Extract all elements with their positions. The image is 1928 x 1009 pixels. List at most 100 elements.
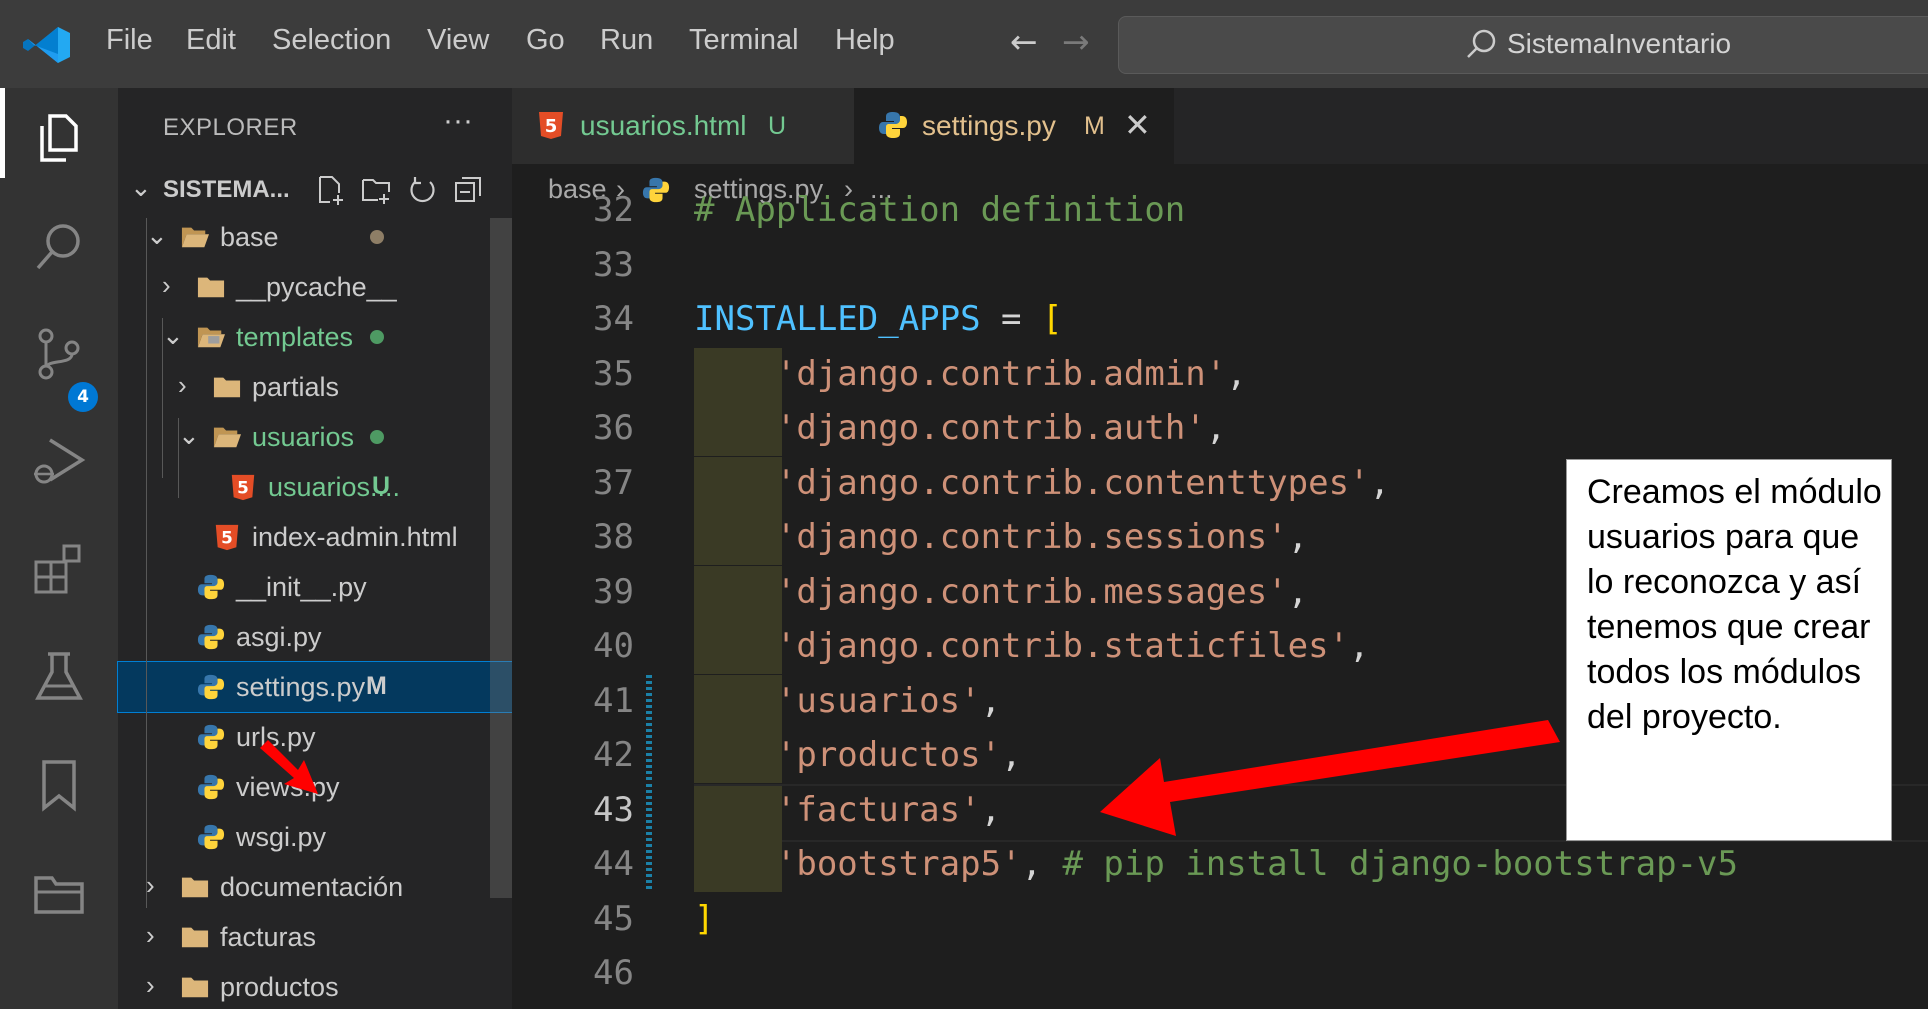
tree-item-settings-py[interactable]: settings.py M	[117, 661, 513, 713]
menu-selection[interactable]: Selection	[272, 24, 391, 57]
line-number: 46	[593, 953, 634, 993]
annotation-text: Creamos el módulo usuarios para que lo r…	[1587, 473, 1882, 736]
folder-icon	[181, 927, 209, 948]
chevron-down-icon: ⌄	[178, 420, 200, 450]
new-folder-icon[interactable]	[360, 174, 392, 206]
chevron-right-icon: ›	[146, 870, 155, 900]
tab-settings-py[interactable]: settings.py M ✕	[854, 88, 1174, 164]
tab-usuarios-html[interactable]: 5 usuarios.html U	[512, 88, 854, 164]
code-line: 35 'django.contrib.admin',	[512, 347, 1928, 402]
code-token-op	[694, 844, 776, 884]
tree-item-asgi-py[interactable]: asgi.py	[118, 612, 512, 662]
line-number: 45	[593, 898, 634, 939]
code-line: 32 # Application definition	[512, 184, 1928, 238]
close-icon[interactable]: ✕	[1124, 106, 1151, 144]
menu-go[interactable]: Go	[526, 24, 565, 57]
code-token-str: 'bootstrap5'	[775, 844, 1022, 884]
search-label: SistemaInventario	[1507, 28, 1732, 59]
extensions-icon[interactable]	[30, 540, 88, 598]
tree-item-partials[interactable]: › partials	[118, 362, 512, 412]
tree-item-label: settings.py	[236, 672, 366, 702]
refresh-icon[interactable]	[406, 174, 438, 206]
workspace-name: SISTEMA...	[163, 176, 290, 203]
code-token-punc: ,	[1369, 462, 1390, 503]
line-number: 35	[593, 353, 634, 394]
tab-status-modified: M	[1084, 112, 1105, 140]
tree-item-facturas[interactable]: › facturas	[118, 912, 512, 962]
testing-icon[interactable]	[30, 648, 88, 706]
tree-item-productos[interactable]: › productos	[118, 962, 512, 1009]
source-control-icon[interactable]	[30, 326, 88, 384]
source-control-badge: 4	[68, 382, 98, 412]
code-line: 46	[512, 947, 1928, 1001]
code-line: 45]	[512, 893, 1928, 947]
code-token-brk: ]	[694, 898, 715, 939]
run-debug-icon[interactable]	[30, 432, 88, 490]
menu-run[interactable]: Run	[600, 24, 653, 57]
sidebar-scrollbar[interactable]	[490, 218, 512, 898]
untracked-status: U	[372, 472, 391, 500]
tree-item-init-py[interactable]: __init__.py	[118, 562, 512, 612]
line-number: 37	[593, 462, 634, 503]
back-arrow-icon[interactable]: ←	[1010, 22, 1038, 61]
tree-item-label: index-admin.html	[252, 522, 458, 552]
tree-item-label: base	[220, 222, 279, 252]
tree-item-wsgi-py[interactable]: wsgi.py	[118, 812, 512, 862]
line-number: 44	[593, 844, 634, 884]
active-indicator	[0, 88, 5, 178]
collapse-all-icon[interactable]	[452, 174, 484, 206]
tree-item-documentaci-n[interactable]: › documentación	[118, 862, 512, 912]
tree-item-label: __init__.py	[236, 572, 367, 602]
code-token-op	[694, 790, 776, 830]
search-icon[interactable]	[30, 218, 88, 276]
line-content: 'django.contrib.contenttypes',	[694, 463, 1390, 503]
code-line: 33	[512, 239, 1928, 293]
tab-bar: 5 usuarios.html U settings.py M ✕	[512, 88, 1928, 164]
code-token-punc: ,	[980, 680, 1002, 721]
project-manager-icon[interactable]	[30, 864, 88, 922]
svg-text:5: 5	[237, 478, 249, 498]
vscode-logo-icon	[23, 27, 70, 63]
line-content: 'django.contrib.admin',	[694, 354, 1247, 394]
gutter-change-marker	[646, 674, 652, 729]
menu-terminal[interactable]: Terminal	[689, 24, 799, 57]
line-content: 'django.contrib.auth',	[694, 408, 1226, 448]
bookmarks-icon[interactable]	[30, 756, 88, 814]
workspace-header[interactable]: ⌄ SISTEMA...	[118, 168, 512, 212]
tree-item-base[interactable]: ⌄ base	[118, 212, 512, 262]
svg-text:5: 5	[221, 528, 233, 548]
code-token-str: 'usuarios'	[775, 680, 981, 721]
code-token-op	[694, 735, 776, 775]
code-token-str: 'django.contrib.messages'	[775, 571, 1288, 612]
gutter-change-marker	[646, 783, 652, 838]
gutter-change-marker	[646, 729, 652, 783]
tree-item-pycache[interactable]: › __pycache__	[118, 262, 512, 312]
explorer-sidebar: EXPLORER ··· ⌄ SISTEMA... ⌄ base › __pyc…	[117, 88, 513, 1009]
menu-help[interactable]: Help	[835, 24, 895, 57]
line-content: ]	[694, 899, 714, 939]
new-file-icon[interactable]	[314, 174, 346, 206]
line-number: 42	[593, 735, 634, 775]
svg-text:5: 5	[545, 116, 558, 137]
forward-arrow-icon[interactable]: →	[1062, 22, 1090, 61]
tree-item-index-admin-html[interactable]: 5 index-admin.html	[118, 512, 512, 562]
explorer-icon[interactable]	[30, 110, 88, 168]
line-number: 39	[593, 571, 634, 612]
explorer-title: EXPLORER	[163, 114, 298, 141]
line-content: 'django.contrib.sessions',	[694, 517, 1308, 557]
menu-edit[interactable]: Edit	[186, 24, 236, 57]
code-token-op	[694, 681, 776, 721]
code-token-comment: # pip install django-bootstrap-v5	[1062, 844, 1738, 884]
python-icon	[197, 774, 225, 800]
vscode-window: File Edit Selection View Go Run Terminal Help ←…	[0, 0, 1928, 1009]
code-token-op	[694, 354, 776, 394]
more-actions-icon[interactable]: ···	[443, 104, 473, 138]
indent-guide	[146, 218, 147, 908]
command-center-search[interactable]: SistemaInventario	[1118, 16, 1928, 74]
tree-item-templates[interactable]: ⌄ templates	[118, 312, 512, 362]
code-token-str: 'django.contrib.sessions'	[775, 517, 1288, 557]
code-token-op	[694, 626, 776, 666]
menu-view[interactable]: View	[427, 24, 489, 57]
menu-file[interactable]: File	[106, 24, 153, 57]
line-number: 41	[593, 680, 634, 721]
